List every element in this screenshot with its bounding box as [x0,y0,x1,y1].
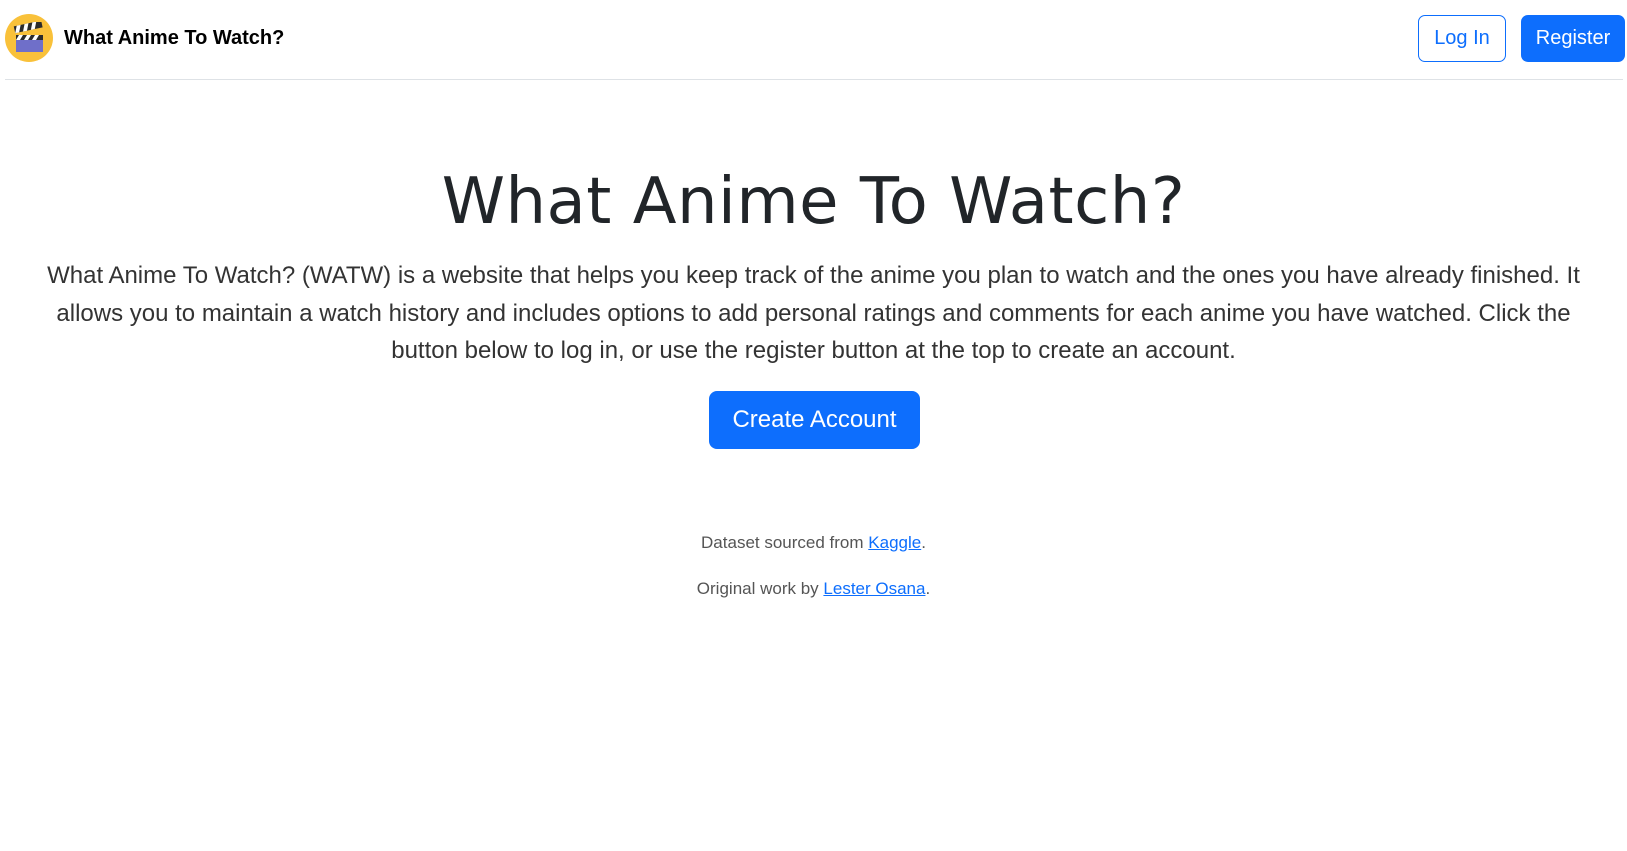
dataset-credit-suffix: . [921,533,926,552]
clapperboard-icon [5,14,53,62]
login-button[interactable]: Log In [1418,15,1506,62]
author-credit-prefix: Original work by [696,579,824,598]
brand-link[interactable]: What Anime To Watch? [5,14,284,62]
register-button[interactable]: Register [1521,15,1625,62]
dataset-credit: Dataset sourced from Kaggle. [0,533,1627,553]
author-link[interactable]: Lester Osana [823,579,925,598]
hero-description: What Anime To Watch? (WATW) is a website… [47,262,1580,364]
create-account-button[interactable]: Create Account [709,391,920,449]
author-credit: Original work by Lester Osana. [0,579,1627,599]
author-credit-suffix: . [925,579,931,598]
page-title: What Anime To Watch? [441,165,1186,239]
kaggle-link[interactable]: Kaggle [868,533,921,552]
top-navbar: What Anime To Watch? Log In Register [5,0,1625,80]
dataset-credit-prefix: Dataset sourced from [701,533,869,552]
brand-text: What Anime To Watch? [64,26,285,49]
